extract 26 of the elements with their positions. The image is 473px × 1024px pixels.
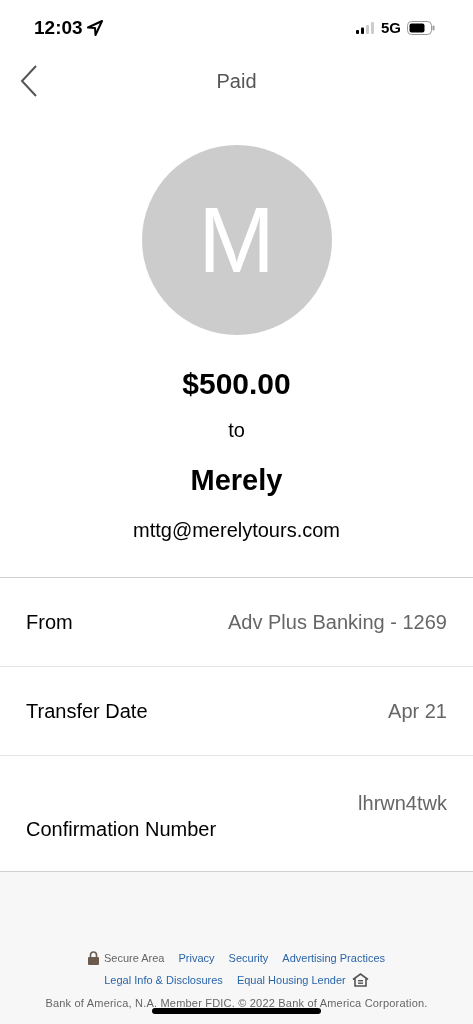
recipient-name: Merely — [190, 463, 283, 498]
footer-link[interactable]: Security — [228, 949, 269, 966]
detail-value: Adv Plus Banking - 1269 — [227, 609, 447, 635]
page-title: Paid — [216, 69, 257, 94]
payment-amount: $500.00 — [182, 366, 291, 402]
status-time: 12:03 — [34, 15, 83, 40]
network-label: 5G — [381, 17, 401, 38]
to-label: to — [228, 418, 245, 443]
signal-icon — [356, 22, 375, 34]
back-button[interactable] — [18, 64, 40, 98]
detail-value: lhrwn4twk — [358, 790, 447, 816]
detail-value: Apr 21 — [388, 698, 447, 724]
footer-link[interactable]: Advertising Practices — [282, 949, 386, 966]
detail-label: Transfer Date — [26, 698, 148, 724]
lock-icon — [87, 950, 99, 965]
detail-label: From — [26, 609, 73, 635]
footer-link[interactable]: Equal Housing Lender — [236, 972, 346, 989]
footer-link[interactable]: Legal Info & Disclosures — [104, 972, 223, 989]
footer-link[interactable]: Privacy — [178, 949, 215, 966]
recipient-email: mttg@merelytours.com — [133, 517, 340, 543]
house-icon — [351, 973, 369, 988]
battery-icon — [407, 21, 435, 35]
detail-label: Confirmation Number — [26, 817, 217, 842]
secure-area-label: Secure Area — [103, 950, 165, 966]
legal-notice: Bank of America, N.A. Member FDIC. © 2022 Bank of America Corporation. — [45, 995, 428, 1011]
location-arrow-icon — [86, 20, 103, 36]
